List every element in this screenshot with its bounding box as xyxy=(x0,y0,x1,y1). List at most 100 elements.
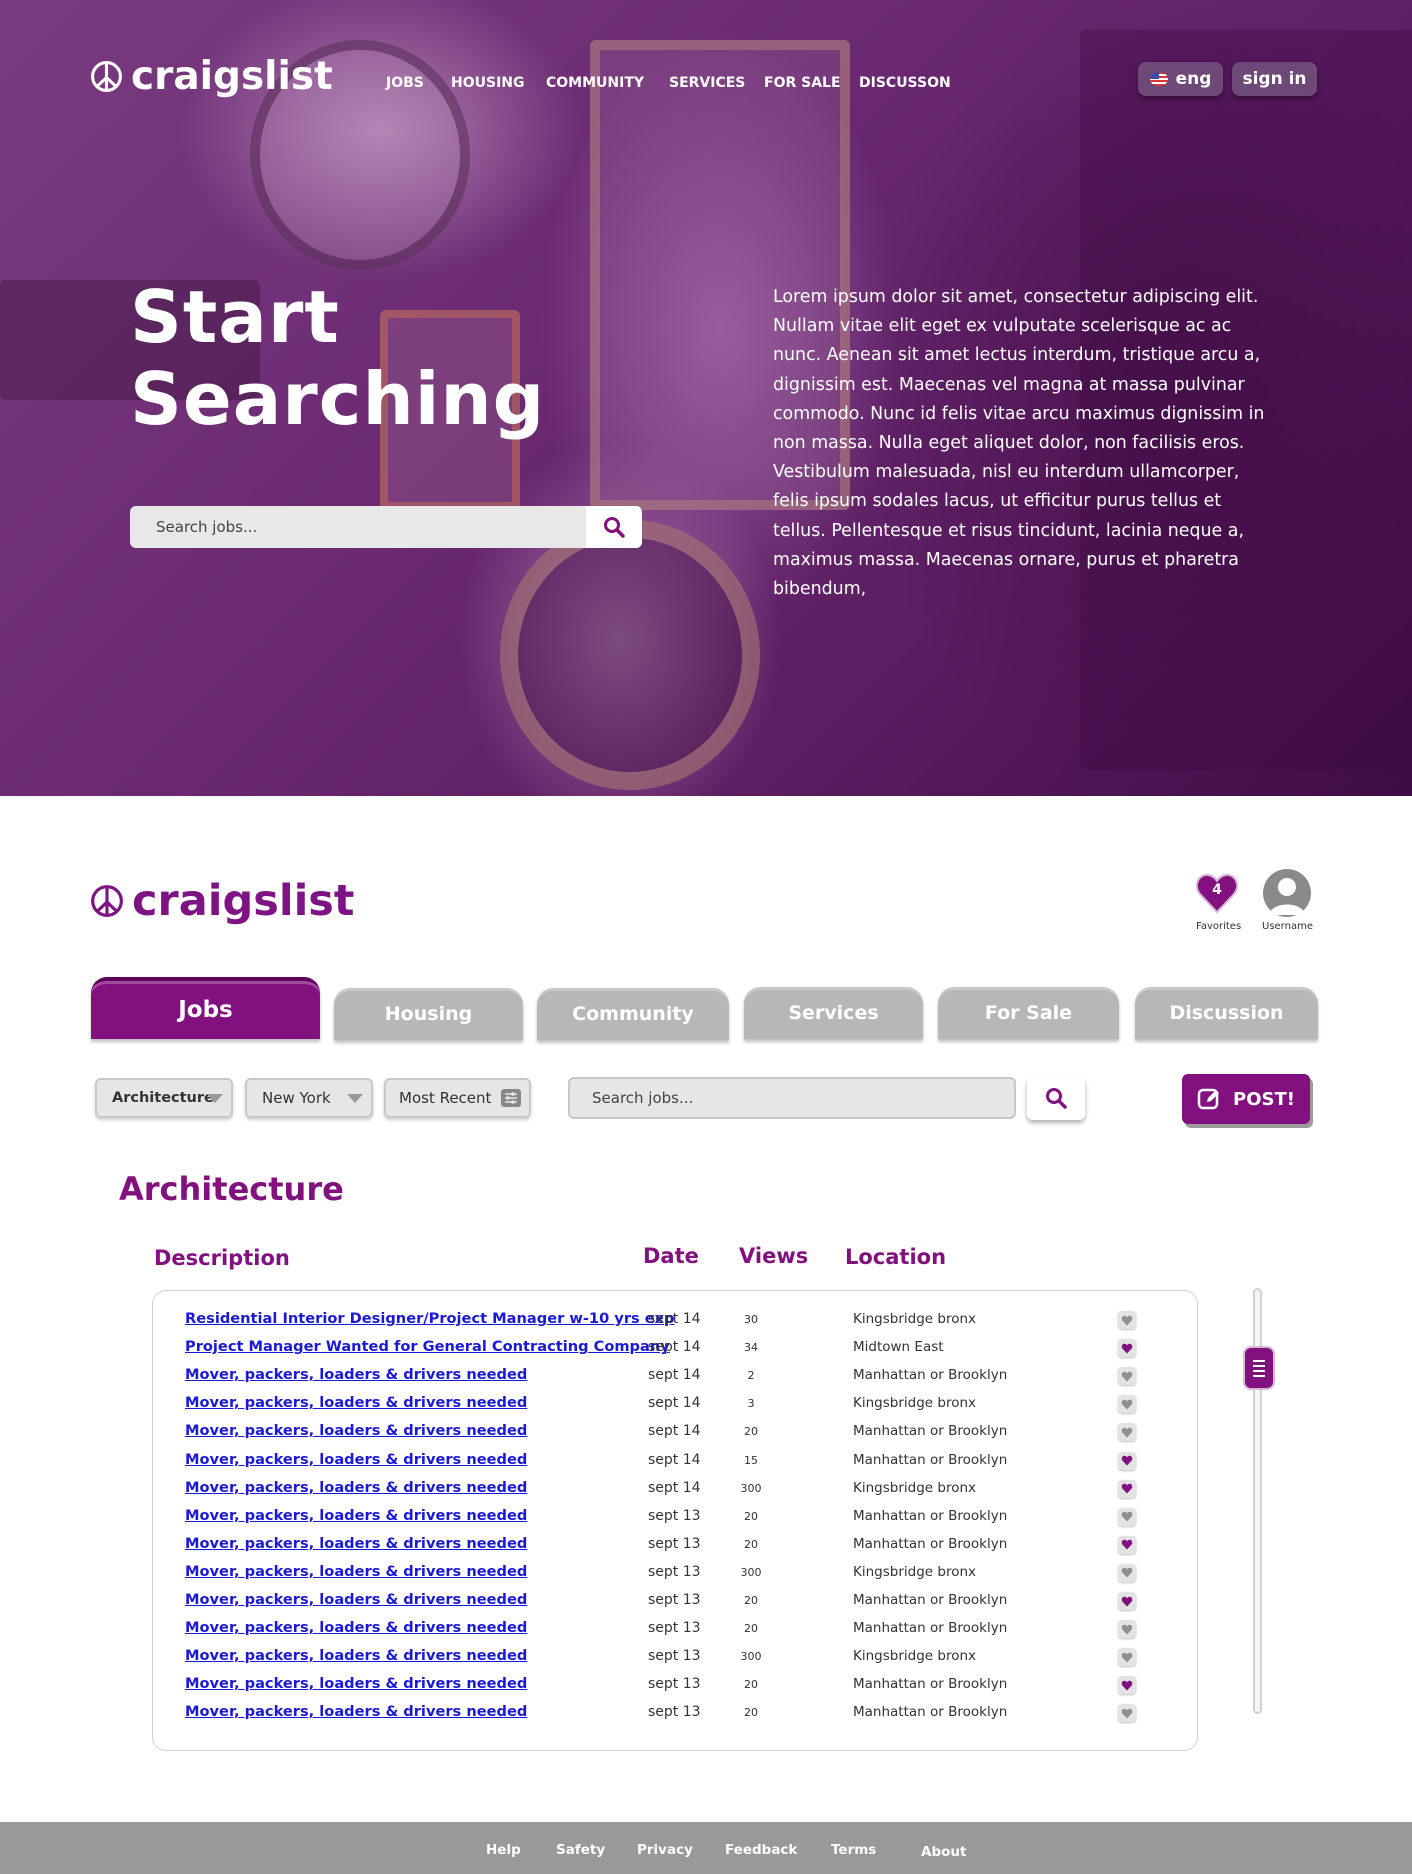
listing-location: Manhattan or Brooklyn xyxy=(853,1423,1008,1440)
favorite-toggle[interactable] xyxy=(1118,1367,1136,1386)
tab-for-sale[interactable]: For Sale xyxy=(938,987,1119,1039)
location-select-value: New York xyxy=(262,1089,331,1107)
tab-services[interactable]: Services xyxy=(744,987,923,1039)
tab-discussion[interactable]: Discussion xyxy=(1135,987,1318,1039)
favorite-toggle[interactable] xyxy=(1118,1423,1136,1442)
sign-in-button[interactable]: sign in xyxy=(1232,62,1317,96)
favorite-toggle[interactable] xyxy=(1118,1592,1136,1610)
footer-link-feedback[interactable]: Feedback xyxy=(725,1842,797,1858)
listing-date: sept 14 xyxy=(648,1311,701,1327)
favorites-button[interactable]: 4 xyxy=(1195,872,1239,914)
table-row[interactable]: Residential Interior Designer/Project Ma… xyxy=(153,1310,1199,1334)
favorite-toggle[interactable] xyxy=(1118,1648,1136,1667)
heart-icon xyxy=(1121,1483,1133,1494)
table-row[interactable]: Mover, packers, loaders & drivers needed… xyxy=(153,1535,1199,1559)
table-row[interactable]: Mover, packers, loaders & drivers needed… xyxy=(153,1563,1199,1587)
heart-icon xyxy=(1121,1624,1133,1635)
listing-link[interactable]: Mover, packers, loaders & drivers needed xyxy=(185,1703,527,1720)
table-row[interactable]: Mover, packers, loaders & drivers needed… xyxy=(153,1394,1199,1418)
listing-link[interactable]: Mover, packers, loaders & drivers needed xyxy=(185,1535,527,1552)
favorite-toggle[interactable] xyxy=(1118,1451,1136,1470)
sort-select[interactable]: Most Recent xyxy=(384,1078,531,1118)
tab-housing[interactable]: Housing xyxy=(334,988,523,1040)
post-button[interactable]: POST! xyxy=(1182,1074,1310,1124)
table-row[interactable]: Mover, packers, loaders & drivers needed… xyxy=(153,1703,1199,1727)
footer-link-help[interactable]: Help xyxy=(486,1842,521,1858)
favorite-toggle[interactable] xyxy=(1118,1507,1136,1526)
nav-for-sale[interactable]: FOR SALE xyxy=(764,75,841,91)
location-select[interactable]: New York xyxy=(245,1078,373,1118)
tab-jobs[interactable]: Jobs xyxy=(91,977,320,1039)
job-search-field xyxy=(568,1077,1016,1119)
footer-link-about[interactable]: About xyxy=(921,1844,966,1860)
listing-link[interactable]: Mover, packers, loaders & drivers needed xyxy=(185,1479,527,1496)
job-search-input[interactable] xyxy=(568,1089,1016,1107)
favorite-toggle[interactable] xyxy=(1118,1535,1136,1554)
peace-icon xyxy=(91,61,122,92)
nav-discussion[interactable]: DISCUSSON xyxy=(859,75,951,91)
table-row[interactable]: Mover, packers, loaders & drivers needed… xyxy=(153,1422,1199,1446)
favorite-toggle[interactable] xyxy=(1118,1676,1136,1695)
listing-link[interactable]: Mover, packers, loaders & drivers needed xyxy=(185,1647,527,1664)
nav-housing[interactable]: HOUSING xyxy=(451,75,525,91)
listing-link[interactable]: Project Manager Wanted for General Contr… xyxy=(185,1338,670,1355)
listing-date: sept 13 xyxy=(648,1592,701,1608)
table-row[interactable]: Mover, packers, loaders & drivers needed… xyxy=(153,1507,1199,1531)
listing-link[interactable]: Mover, packers, loaders & drivers needed xyxy=(185,1563,527,1580)
heart-icon xyxy=(1121,1652,1133,1663)
nav-jobs[interactable]: JOBS xyxy=(386,75,424,91)
column-header-description: Description xyxy=(154,1246,290,1270)
heart-icon xyxy=(1121,1540,1133,1550)
listing-views: 300 xyxy=(740,1565,762,1579)
table-row[interactable]: Mover, packers, loaders & drivers needed… xyxy=(153,1479,1199,1503)
listing-link[interactable]: Mover, packers, loaders & drivers needed xyxy=(185,1675,527,1692)
listing-date: sept 13 xyxy=(648,1507,701,1524)
chevron-down-icon xyxy=(207,1094,223,1103)
favorite-toggle[interactable] xyxy=(1118,1563,1136,1582)
listing-location: Manhattan or Brooklyn xyxy=(853,1535,1008,1552)
table-row[interactable]: Mover, packers, loaders & drivers needed… xyxy=(153,1647,1199,1671)
language-button[interactable]: eng xyxy=(1138,62,1223,96)
listing-link[interactable]: Residential Interior Designer/Project Ma… xyxy=(185,1310,675,1327)
nav-services[interactable]: SERVICES xyxy=(669,75,745,91)
favorite-toggle[interactable] xyxy=(1118,1620,1136,1639)
listing-views: 15 xyxy=(744,1453,758,1467)
table-row[interactable]: Mover, packers, loaders & drivers needed… xyxy=(153,1451,1199,1475)
listing-link[interactable]: Mover, packers, loaders & drivers needed xyxy=(185,1422,527,1439)
listing-date: sept 13 xyxy=(648,1676,701,1693)
favorite-toggle[interactable] xyxy=(1118,1339,1136,1358)
listing-link[interactable]: Mover, packers, loaders & drivers needed xyxy=(185,1451,527,1468)
listing-date: sept 14 xyxy=(648,1339,701,1356)
hero-search-input[interactable] xyxy=(130,518,586,536)
listing-link[interactable]: Mover, packers, loaders & drivers needed xyxy=(185,1507,527,1524)
hero-search-button[interactable] xyxy=(586,506,642,548)
scrollbar-thumb[interactable] xyxy=(1245,1348,1273,1388)
footer-link-privacy[interactable]: Privacy xyxy=(637,1842,693,1858)
listing-date: sept 13 xyxy=(648,1704,701,1721)
favorite-toggle[interactable] xyxy=(1118,1479,1136,1498)
favorite-toggle[interactable] xyxy=(1118,1395,1136,1414)
footer-link-terms[interactable]: Terms xyxy=(831,1842,876,1858)
favorite-toggle[interactable] xyxy=(1118,1311,1136,1329)
tab-community[interactable]: Community xyxy=(537,988,729,1040)
table-row[interactable]: Mover, packers, loaders & drivers needed… xyxy=(153,1619,1199,1643)
user-avatar[interactable] xyxy=(1263,869,1311,917)
favorite-toggle[interactable] xyxy=(1118,1704,1136,1723)
table-row[interactable]: Mover, packers, loaders & drivers needed… xyxy=(153,1366,1199,1390)
category-select[interactable]: Architecture xyxy=(95,1078,233,1118)
listing-views: 20 xyxy=(744,1622,758,1636)
listing-link[interactable]: Mover, packers, loaders & drivers needed xyxy=(185,1591,527,1608)
table-row[interactable]: Project Manager Wanted for General Contr… xyxy=(153,1338,1199,1362)
listing-link[interactable]: Mover, packers, loaders & drivers needed xyxy=(185,1619,527,1636)
listing-link[interactable]: Mover, packers, loaders & drivers needed xyxy=(185,1394,527,1411)
footer-link-safety[interactable]: Safety xyxy=(556,1842,605,1858)
nav-community[interactable]: COMMUNITY xyxy=(546,75,644,91)
table-row[interactable]: Mover, packers, loaders & drivers needed… xyxy=(153,1591,1199,1615)
table-row[interactable]: Mover, packers, loaders & drivers needed… xyxy=(153,1675,1199,1699)
us-flag-icon xyxy=(1149,72,1168,86)
header-logo[interactable]: craigslist xyxy=(90,876,354,926)
peace-icon xyxy=(91,885,123,917)
hero-logo[interactable]: craigslist xyxy=(90,54,333,99)
listing-link[interactable]: Mover, packers, loaders & drivers needed xyxy=(185,1366,527,1383)
job-search-button[interactable] xyxy=(1027,1076,1085,1120)
